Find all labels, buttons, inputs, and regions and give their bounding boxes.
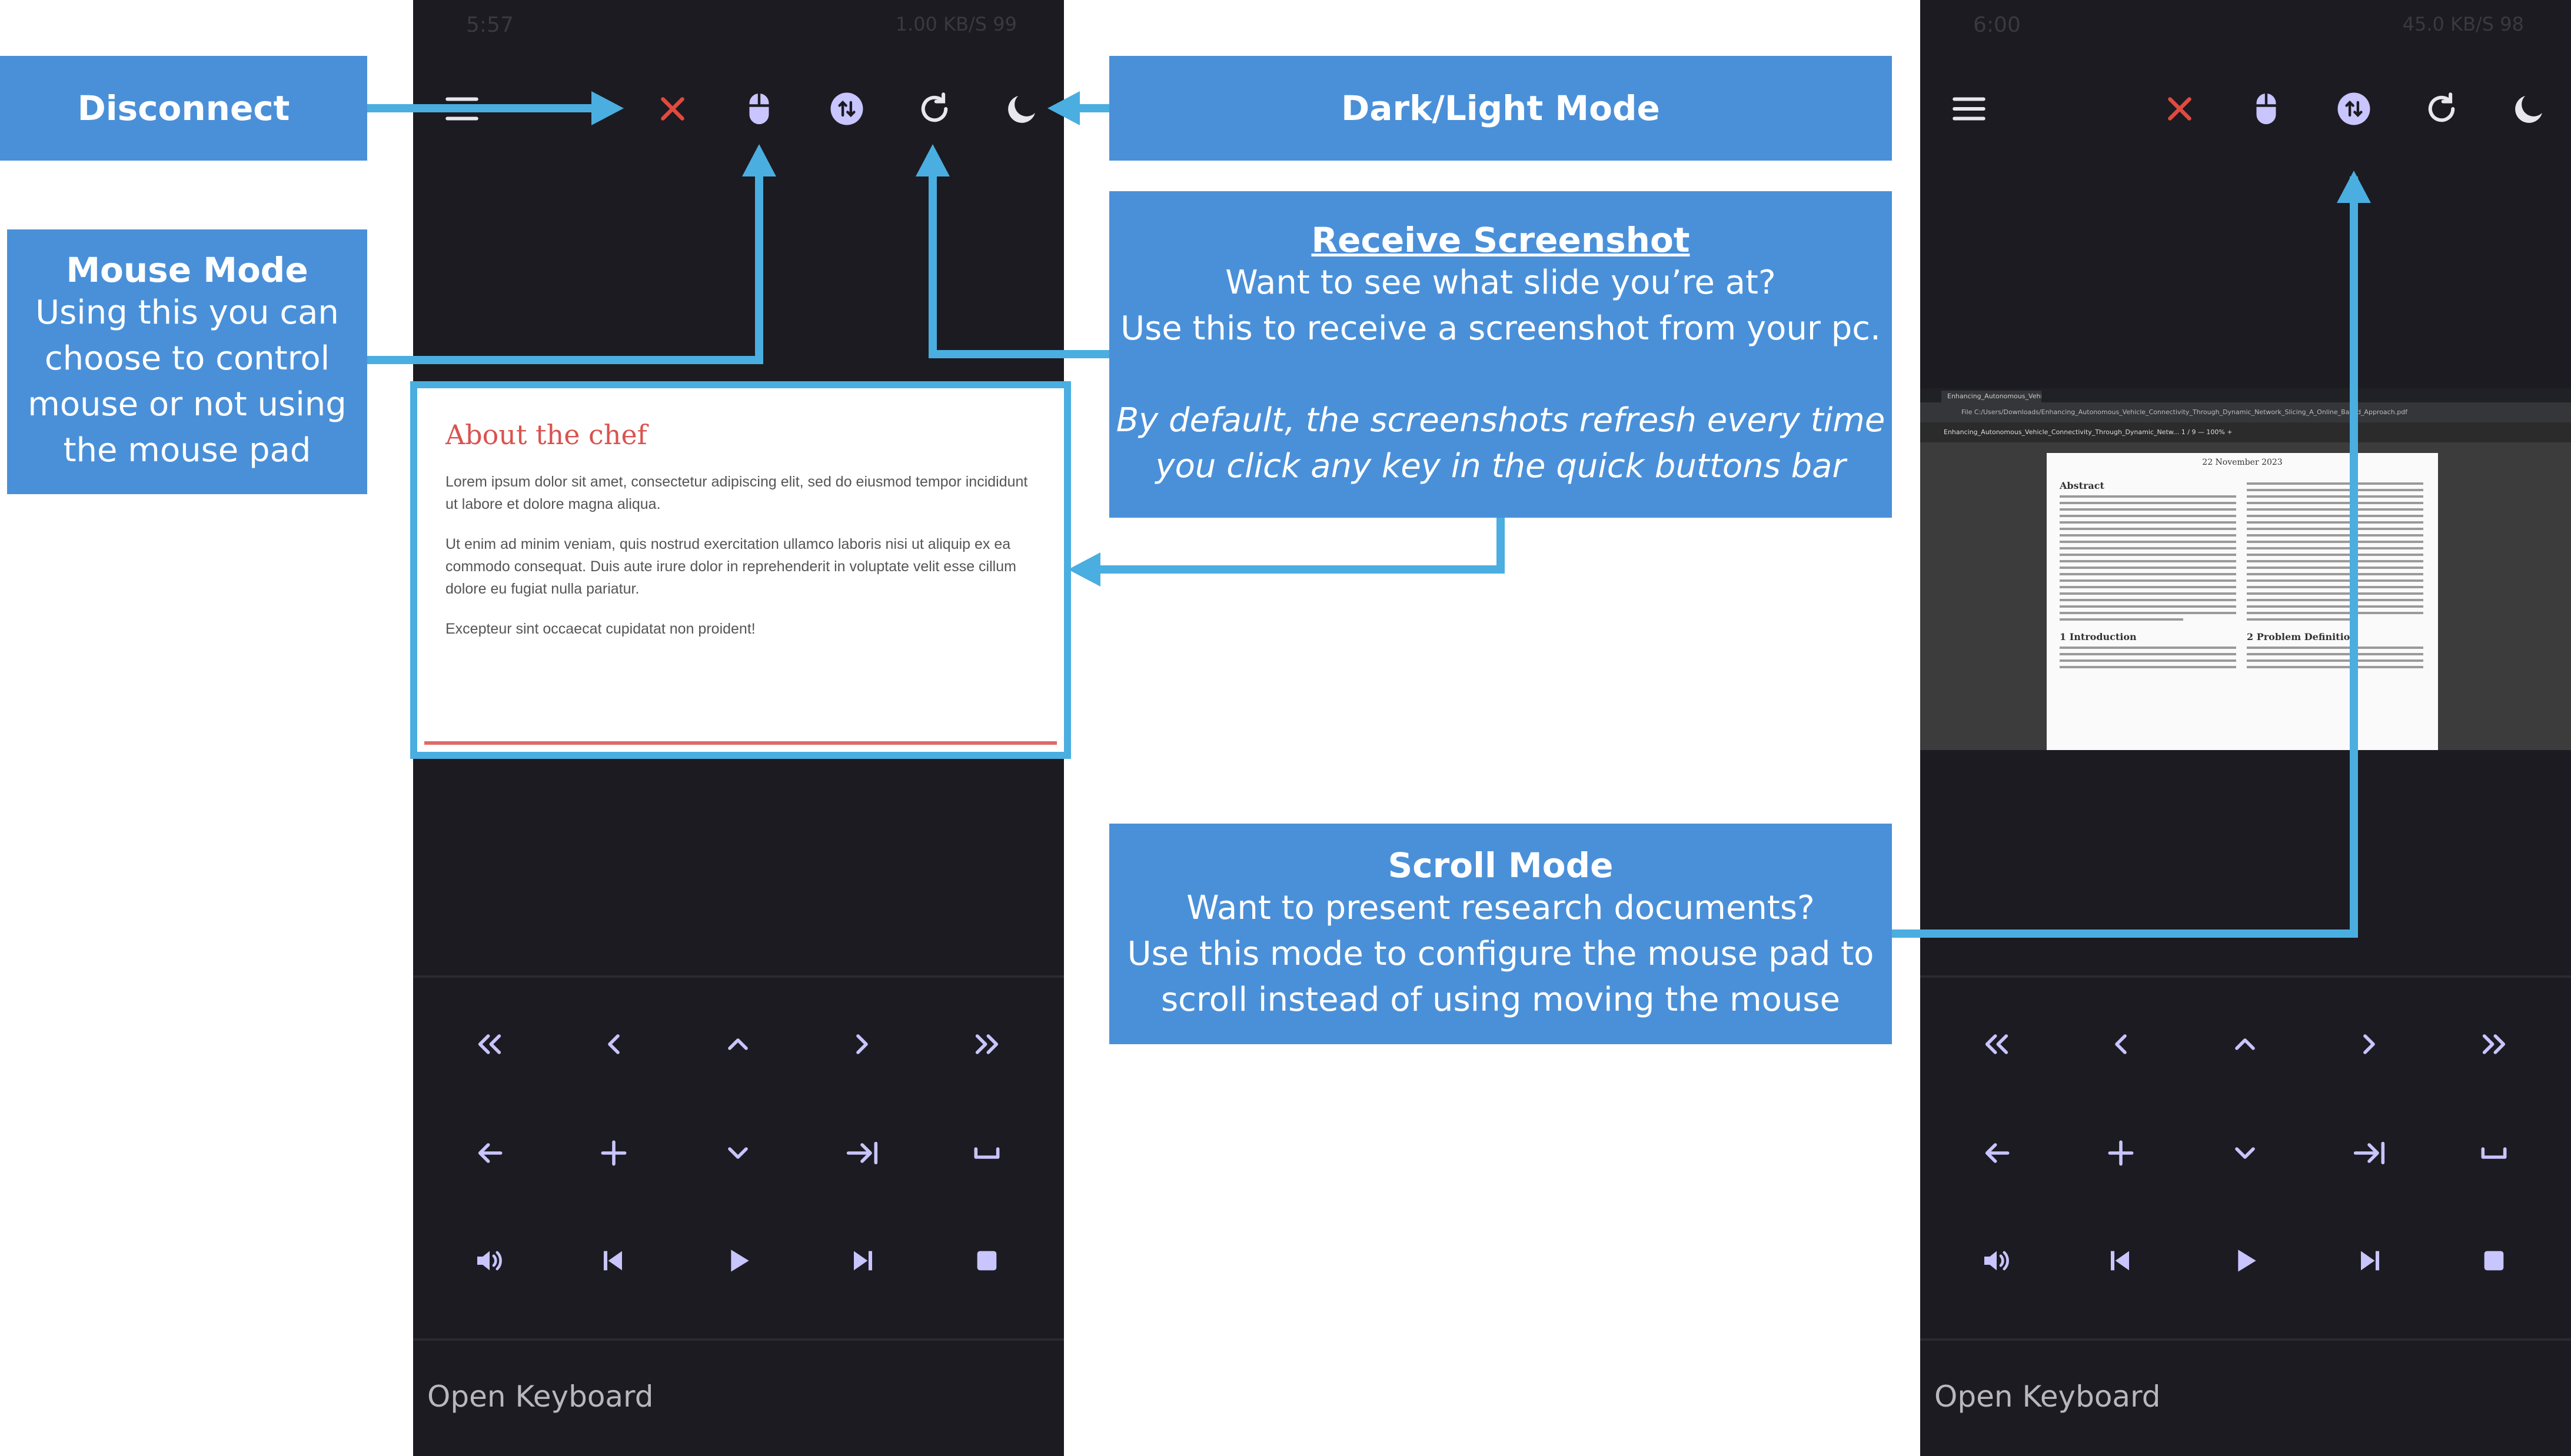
screenshot-arrow	[1095, 518, 1505, 574]
scroll-mode-arrowhead	[2337, 171, 2371, 203]
mouse-mode-arrow	[367, 165, 763, 364]
dark-light-arrowhead	[1047, 91, 1080, 125]
receive-arrow	[929, 165, 1109, 358]
screenshot-arrowhead	[1068, 552, 1100, 587]
annotation-arrows	[367, 91, 2371, 938]
scroll-mode-arrow	[1892, 176, 2358, 938]
receive-arrowhead	[916, 144, 950, 176]
disconnect-arrowhead	[591, 91, 624, 125]
mouse-mode-arrowhead	[742, 144, 776, 176]
